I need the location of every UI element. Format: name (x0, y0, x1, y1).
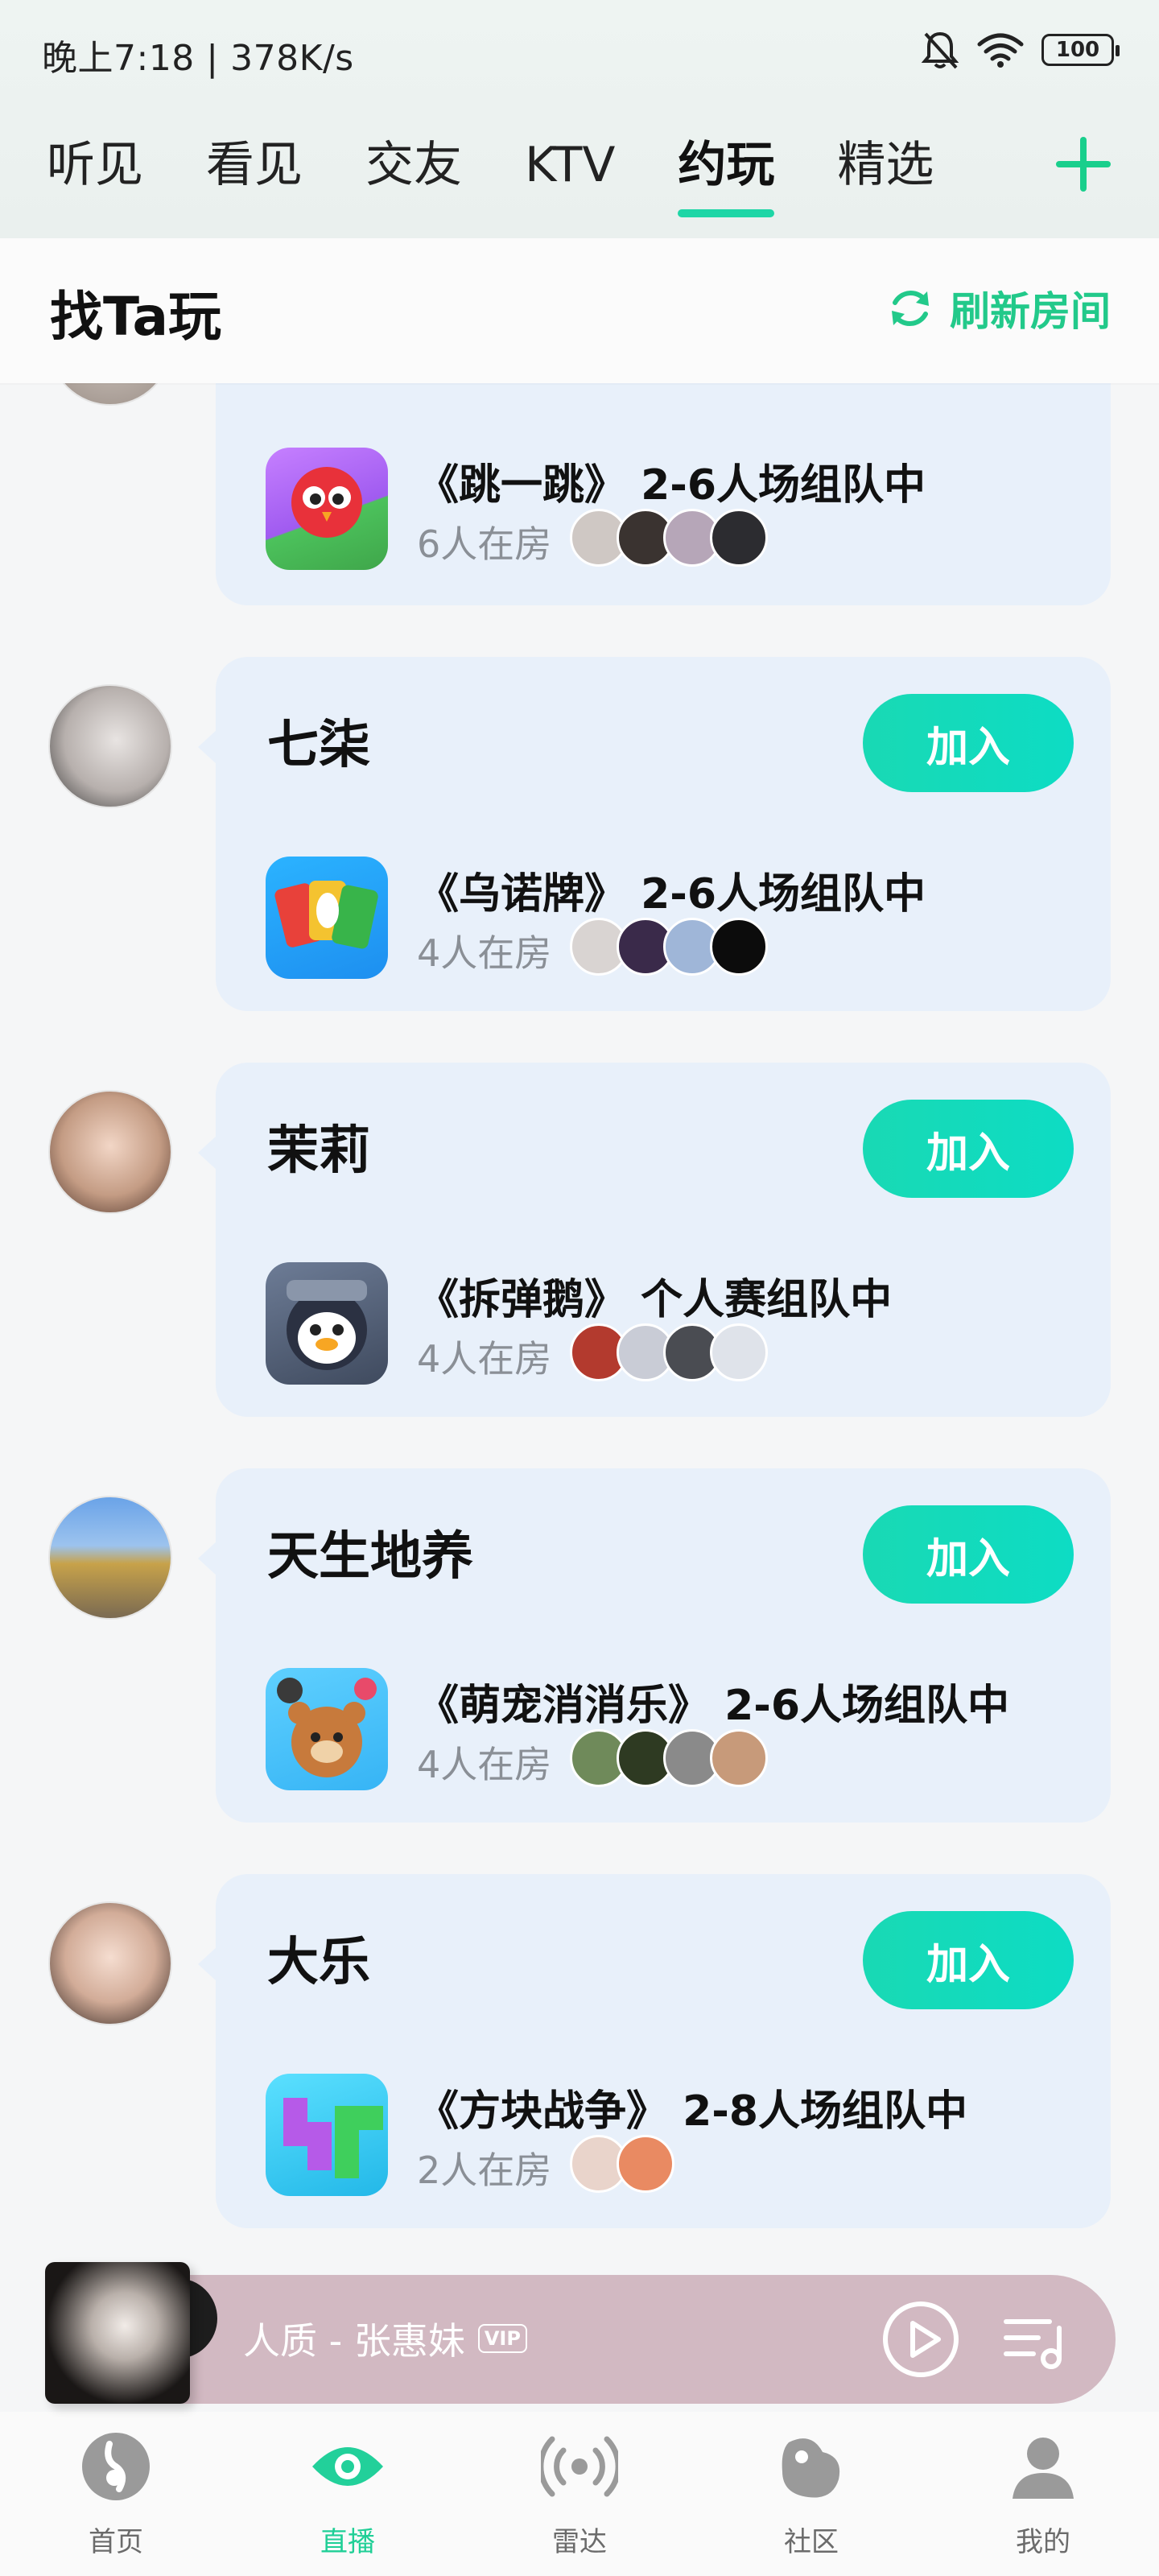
nav-label: 社区 (784, 2526, 839, 2558)
host-avatar[interactable] (48, 1901, 172, 2025)
room-card-row[interactable]: 七柒 加入 《乌诺牌》 2-6人场组队中 4人在房 (0, 657, 1159, 1011)
member-avatar (710, 918, 768, 976)
nav-profile[interactable]: 我的 (927, 2412, 1159, 2576)
radar-icon (541, 2436, 618, 2497)
join-button[interactable]: 加入 (863, 694, 1074, 792)
room-card[interactable]: 大乐 加入 《方块战争》 2-8人场组队中 2人在房 (198, 1874, 1111, 2228)
nav-label: 我的 (1016, 2526, 1070, 2558)
add-button[interactable] (1053, 134, 1114, 195)
member-avatar (710, 509, 768, 567)
nav-label: 直播 (320, 2526, 375, 2558)
in-room-count: 4人在房 (417, 931, 552, 975)
member-avatars (570, 918, 768, 976)
game-icon-chaidane (266, 1262, 388, 1385)
playlist-icon[interactable] (1001, 2307, 1069, 2375)
member-avatar (710, 1323, 768, 1381)
eye-icon (312, 2447, 383, 2486)
member-avatars (570, 1323, 768, 1381)
tab-jingxuan[interactable]: 精选 (837, 129, 934, 217)
home-icon (82, 2433, 150, 2500)
bottom-nav: 首页 直播 雷达 社区 我的 (0, 2412, 1159, 2576)
nav-label: 雷达 (552, 2526, 607, 2558)
nav-community[interactable]: 社区 (695, 2412, 927, 2576)
room-card-row[interactable]: 大乐 加入 《方块战争》 2-8人场组队中 2人在房 (0, 1874, 1159, 2228)
room-card[interactable]: 天生地养 加入 《萌宠消消乐》 2-6人场组队中 4人在房 (198, 1468, 1111, 1823)
refresh-rooms-button[interactable]: 刷新房间 (885, 280, 1111, 336)
join-button[interactable]: 加入 (863, 1505, 1074, 1604)
game-icon-uno (266, 857, 388, 979)
host-avatar[interactable] (48, 1090, 172, 1214)
host-avatar[interactable] (48, 1496, 172, 1620)
room-card[interactable]: 茉莉 加入 《拆弹鹅》 个人赛组队中 4人在房 (198, 1063, 1111, 1417)
game-title: 《萌宠消消乐》 2-6人场组队中 (417, 1682, 1010, 1730)
member-avatars (570, 1729, 768, 1787)
refresh-icon (892, 291, 929, 326)
status-bar: 晚上7:18 | 378K/s 100 (0, 0, 1159, 97)
host-avatar[interactable] (48, 684, 172, 808)
game-title: 《方块战争》 2-8人场组队中 (417, 2087, 968, 2136)
profile-icon (1013, 2438, 1074, 2499)
in-room-count: 4人在房 (417, 1743, 552, 1786)
member-avatars (570, 2135, 674, 2193)
game-title: 《乌诺牌》 2-6人场组队中 (417, 870, 926, 919)
room-card[interactable]: 七柒 加入 《乌诺牌》 2-6人场组队中 4人在房 (198, 657, 1111, 1011)
nav-label: 首页 (89, 2526, 143, 2558)
in-room-count: 6人在房 (417, 522, 552, 566)
join-button[interactable]: 加入 (863, 1911, 1074, 2009)
mute-bell-icon (921, 31, 959, 69)
room-card-row[interactable]: 天生地养 加入 《萌宠消消乐》 2-6人场组队中 4人在房 (0, 1468, 1159, 1823)
community-icon (782, 2438, 840, 2498)
member-avatar (617, 2135, 674, 2193)
in-room-count: 2人在房 (417, 2149, 552, 2192)
in-room-count: 4人在房 (417, 1337, 552, 1381)
top-header: 晚上7:18 | 378K/s 100 听见 看见 交友 KTV 约玩 精选 (0, 0, 1159, 238)
status-time: 晚上7:18 | 378K/s (42, 38, 354, 79)
game-icon-tiaoyitiao (266, 448, 388, 570)
category-tabs: 听见 看见 交友 KTV 约玩 精选 (47, 129, 996, 225)
tab-kanjian[interactable]: 看见 (206, 129, 303, 217)
member-avatars (570, 509, 768, 567)
wifi-icon (977, 33, 1024, 68)
nav-home[interactable]: 首页 (0, 2412, 232, 2576)
section-header: 找Ta玩 刷新房间 (0, 238, 1159, 383)
album-cover[interactable] (45, 2262, 190, 2404)
tab-yuewan[interactable]: 约玩 (678, 129, 775, 217)
host-name: 七柒 (267, 716, 370, 775)
play-button[interactable] (881, 2299, 961, 2380)
game-title: 《跳一跳》 2-6人场组队中 (417, 461, 926, 510)
song-info[interactable]: 人质 - 张惠妹 VIP (243, 2312, 527, 2365)
member-avatar (710, 1729, 768, 1787)
game-title: 《拆弹鹅》 个人赛组队中 (417, 1276, 893, 1324)
status-icons: 100 (921, 27, 1120, 72)
section-title: 找Ta玩 (50, 286, 222, 348)
vip-badge: VIP (477, 2324, 527, 2353)
refresh-label: 刷新房间 (950, 288, 1111, 335)
nav-live[interactable]: 直播 (232, 2412, 464, 2576)
join-button[interactable]: 加入 (863, 1100, 1074, 1198)
nav-radar[interactable]: 雷达 (464, 2412, 695, 2576)
room-card-row[interactable]: 茉莉 加入 《拆弹鹅》 个人赛组队中 4人在房 (0, 1063, 1159, 1417)
game-icon-mengchong (266, 1668, 388, 1790)
tab-ktv[interactable]: KTV (525, 129, 615, 217)
host-name: 茉莉 (267, 1121, 370, 1181)
tab-tingjian[interactable]: 听见 (47, 129, 143, 217)
game-icon-fangkuai (266, 2074, 388, 2196)
song-title: 人质 - 张惠妹 (243, 2319, 465, 2363)
host-name: 天生地养 (267, 1527, 473, 1587)
host-name: 大乐 (267, 1933, 370, 1992)
tab-jiaoyou[interactable]: 交友 (365, 129, 462, 217)
battery-indicator: 100 (1041, 34, 1120, 66)
